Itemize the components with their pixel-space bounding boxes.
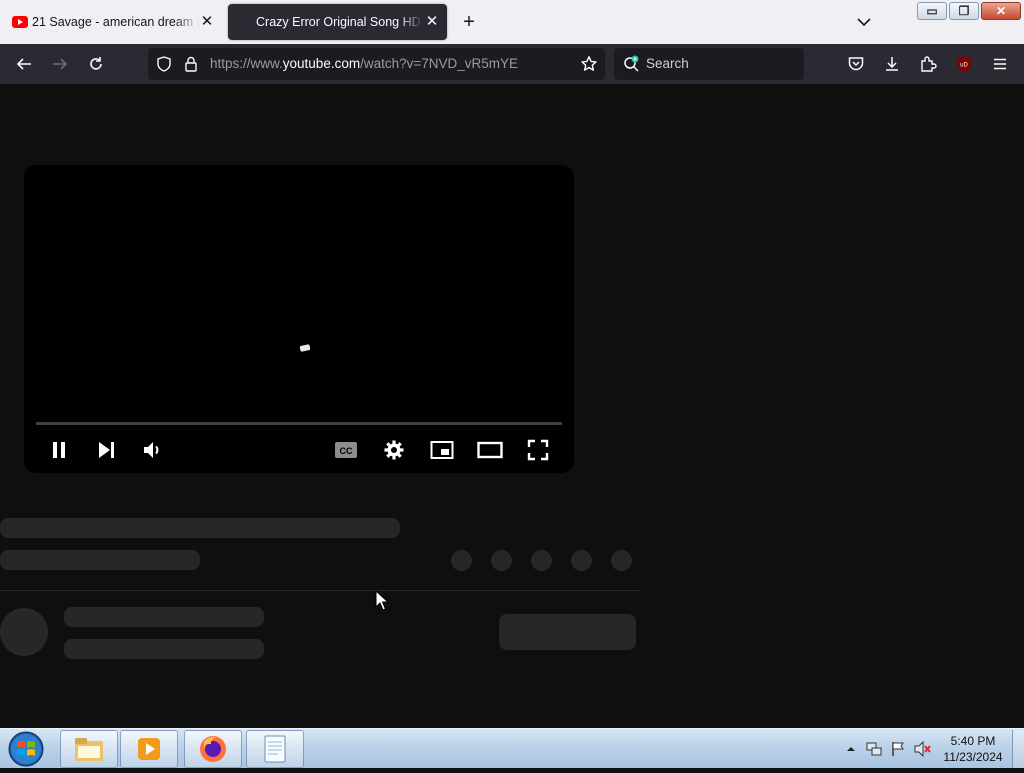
url-path: /watch?v=7NVD_vR5mYE xyxy=(360,56,519,71)
metadata-placeholder xyxy=(0,550,200,570)
taskbar-firefox[interactable] xyxy=(184,730,242,768)
next-icon xyxy=(99,442,114,458)
window-controls: ▭ ❐ ✕ xyxy=(917,2,1021,20)
downloads-button[interactable] xyxy=(880,52,904,76)
action-placeholder xyxy=(611,550,632,571)
restore-button[interactable]: ❐ xyxy=(949,2,979,20)
progress-bar[interactable] xyxy=(36,422,562,425)
search-bar[interactable]: Search xyxy=(614,48,804,80)
volume-muted-icon[interactable] xyxy=(914,741,932,757)
channel-name-placeholder xyxy=(64,607,264,627)
close-icon: ✕ xyxy=(995,4,1007,18)
youtube-watch-page: CC xyxy=(0,84,1024,728)
notepad-icon xyxy=(264,735,286,763)
windows-explorer-icon xyxy=(75,738,103,761)
tab-american-dream[interactable]: 21 Savage - american dream (O ✕ xyxy=(4,4,222,40)
hamburger-menu-icon xyxy=(994,58,1006,70)
svg-text:uD: uD xyxy=(960,63,968,69)
tracking-protection-shield-icon[interactable] xyxy=(156,56,172,72)
loading-spinner xyxy=(299,344,311,352)
back-button[interactable] xyxy=(12,52,36,76)
navigation-toolbar: https://www.youtube.com/watch?v=7NVD_vR5… xyxy=(0,44,1024,84)
title-placeholder xyxy=(0,518,400,538)
url-host: youtube.com xyxy=(282,56,361,71)
show-desktop-button[interactable] xyxy=(1012,730,1024,768)
list-all-tabs-chevron-icon[interactable] xyxy=(855,13,873,31)
search-placeholder: Search xyxy=(646,56,689,71)
show-hidden-icons-arrow[interactable] xyxy=(846,744,856,754)
taskbar-notepad[interactable] xyxy=(246,730,304,768)
tab-title: Crazy Error Original Song HD 7. xyxy=(256,15,424,29)
action-center-flag-icon[interactable] xyxy=(890,741,906,757)
miniplayer-icon xyxy=(430,441,454,459)
start-button[interactable] xyxy=(6,730,46,768)
url-text: https://www.youtube.com/watch?v=7NVD_vR5… xyxy=(210,56,518,71)
system-clock[interactable]: 5:40 PM 11/23/2024 xyxy=(940,733,1006,765)
settings-button[interactable] xyxy=(380,436,408,464)
mouse-cursor-icon xyxy=(375,590,389,611)
clock-time: 5:40 PM xyxy=(950,734,996,748)
fullscreen-icon xyxy=(527,439,549,461)
forward-arrow-icon xyxy=(53,58,68,70)
extensions-button[interactable] xyxy=(916,52,940,76)
tab-crazy-error[interactable]: Crazy Error Original Song HD 7. ✕ xyxy=(228,4,447,40)
ublock-origin-icon: uD xyxy=(957,56,971,72)
tab-strip: 21 Savage - american dream (O ✕ Crazy Er… xyxy=(0,0,1024,44)
taskbar-media-player[interactable] xyxy=(120,730,178,768)
volume-icon xyxy=(144,442,159,458)
subscribe-button-placeholder xyxy=(499,614,636,650)
action-placeholder xyxy=(571,550,592,571)
restore-icon: ❐ xyxy=(958,4,970,18)
cc-label: CC xyxy=(340,446,353,456)
youtube-icon xyxy=(12,16,28,28)
action-placeholder xyxy=(531,550,552,571)
video-player[interactable]: CC xyxy=(24,165,574,473)
forward-button[interactable] xyxy=(48,52,72,76)
minimize-icon: ▭ xyxy=(926,4,938,18)
minimize-button[interactable]: ▭ xyxy=(917,2,947,20)
address-bar[interactable]: https://www.youtube.com/watch?v=7NVD_vR5… xyxy=(148,48,605,80)
clock-date: 11/23/2024 xyxy=(943,750,1003,764)
theater-mode-icon xyxy=(477,441,503,459)
miniplayer-button[interactable] xyxy=(428,436,456,464)
close-window-button[interactable]: ✕ xyxy=(981,2,1021,20)
new-tab-button[interactable]: + xyxy=(458,12,480,34)
tab-close-button[interactable]: ✕ xyxy=(423,13,441,31)
pocket-icon xyxy=(848,57,864,71)
pocket-button[interactable] xyxy=(844,52,868,76)
download-icon xyxy=(886,57,898,71)
taskbar-windows-explorer[interactable] xyxy=(60,730,118,768)
network-icon[interactable] xyxy=(866,741,882,757)
ublock-origin-button[interactable]: uD xyxy=(952,52,976,76)
bookmark-star-icon[interactable] xyxy=(580,55,598,73)
next-button[interactable] xyxy=(92,436,120,464)
mute-button[interactable] xyxy=(139,436,167,464)
reload-icon xyxy=(90,57,102,70)
windows-taskbar: 5:40 PM 11/23/2024 xyxy=(0,728,1024,768)
application-menu-button[interactable] xyxy=(988,52,1012,76)
theater-mode-button[interactable] xyxy=(476,436,504,464)
subscriber-count-placeholder xyxy=(64,639,264,659)
back-arrow-icon xyxy=(16,58,31,70)
divider xyxy=(0,590,640,591)
subtitles-button[interactable]: CC xyxy=(332,436,360,464)
tab-title: 21 Savage - american dream (O xyxy=(32,15,200,29)
cc-icon: CC xyxy=(335,442,357,458)
lock-icon[interactable] xyxy=(184,56,198,72)
fullscreen-button[interactable] xyxy=(524,436,552,464)
media-player-icon xyxy=(138,738,160,760)
puzzle-piece-icon xyxy=(921,56,937,72)
action-placeholder xyxy=(451,550,472,571)
pause-icon xyxy=(53,442,65,458)
settings-icon xyxy=(384,440,404,460)
firefox-icon xyxy=(200,736,226,762)
search-icon xyxy=(624,55,639,72)
tab-close-button[interactable]: ✕ xyxy=(198,13,216,31)
action-placeholder xyxy=(491,550,512,571)
url-prefix: https://www. xyxy=(210,56,283,71)
reload-button[interactable] xyxy=(84,52,108,76)
windows-start-orb-icon xyxy=(8,731,44,767)
pause-button[interactable] xyxy=(45,436,73,464)
channel-avatar-placeholder xyxy=(0,608,48,656)
